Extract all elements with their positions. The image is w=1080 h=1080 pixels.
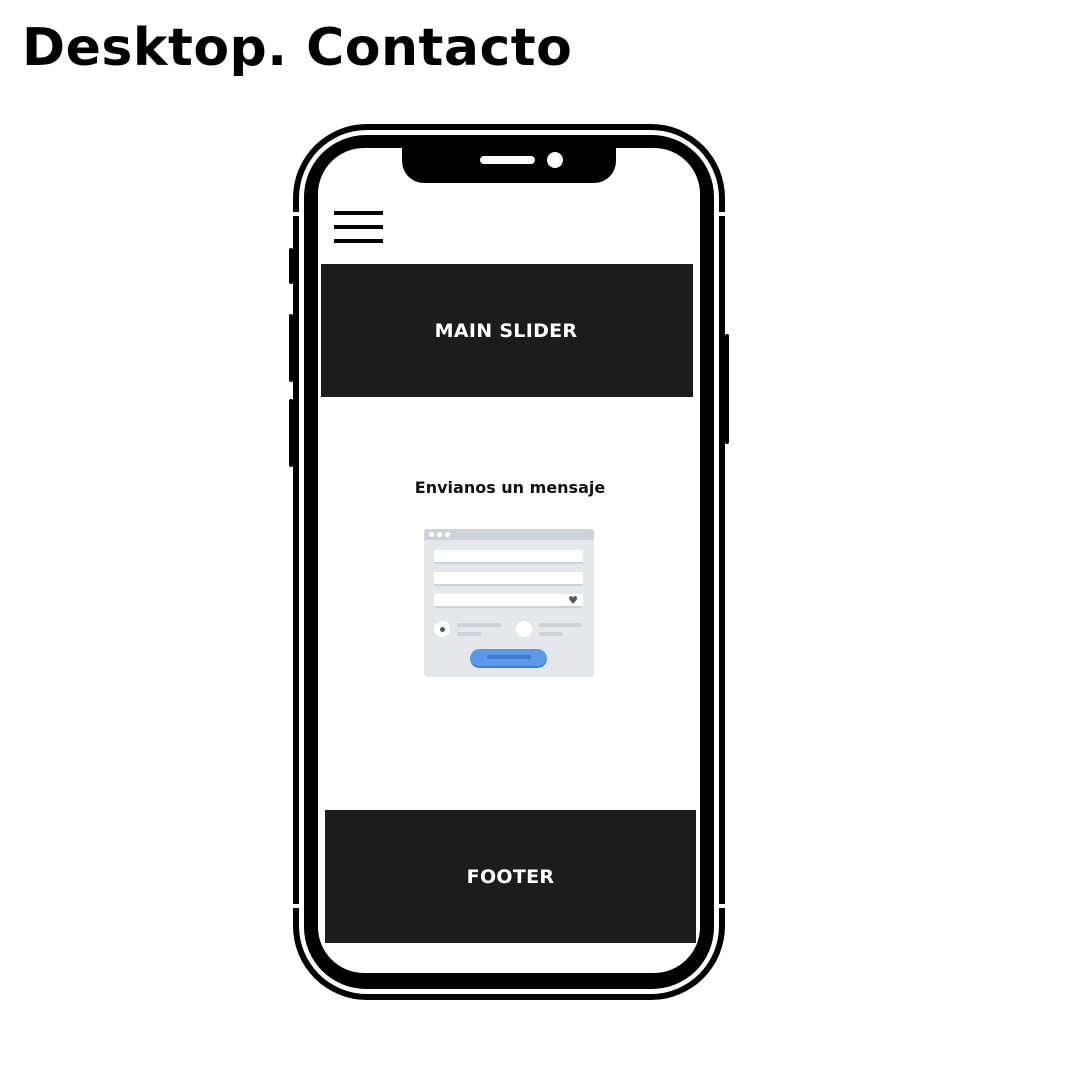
radio-label-line xyxy=(457,623,501,627)
radio-label-line xyxy=(539,623,582,627)
form-field-placeholder xyxy=(434,572,583,586)
heart-icon: ♥ xyxy=(568,594,578,607)
page-title: Desktop. Contacto xyxy=(22,18,573,78)
footer: FOOTER xyxy=(325,810,696,943)
button-label-line xyxy=(487,655,531,659)
contact-form-illustration: ♥ xyxy=(424,529,594,677)
main-slider-label: MAIN SLIDER xyxy=(434,319,578,342)
menu-bar xyxy=(334,225,383,229)
main-slider[interactable]: MAIN SLIDER xyxy=(321,264,693,397)
window-dot xyxy=(429,532,434,537)
antenna-line xyxy=(293,212,299,216)
hamburger-menu-icon[interactable] xyxy=(334,211,383,244)
antenna-line xyxy=(719,212,725,216)
radio-label-line xyxy=(457,632,481,636)
antenna-line xyxy=(719,904,725,908)
phone-power-button xyxy=(725,334,729,444)
form-field-placeholder xyxy=(434,550,583,564)
footer-label: FOOTER xyxy=(466,865,555,888)
contact-heading: Envianos un mensaje xyxy=(414,478,606,497)
window-dot xyxy=(437,532,442,537)
antenna-line xyxy=(293,904,299,908)
radio-option xyxy=(516,621,532,637)
form-submit-button-illustration xyxy=(470,649,547,668)
speaker-grille xyxy=(480,156,535,164)
radio-dot xyxy=(440,627,445,632)
menu-bar xyxy=(334,239,383,243)
radio-option-selected xyxy=(434,621,450,637)
radio-label-line xyxy=(539,632,563,636)
menu-bar xyxy=(334,211,383,215)
phone-mockup: MAIN SLIDER Envianos un mensaje ♥ FOOTER xyxy=(289,124,729,1000)
window-dot xyxy=(445,532,450,537)
front-camera xyxy=(547,152,563,168)
phone-notch xyxy=(402,147,616,183)
form-field-placeholder: ♥ xyxy=(434,594,583,608)
window-titlebar xyxy=(424,529,594,540)
